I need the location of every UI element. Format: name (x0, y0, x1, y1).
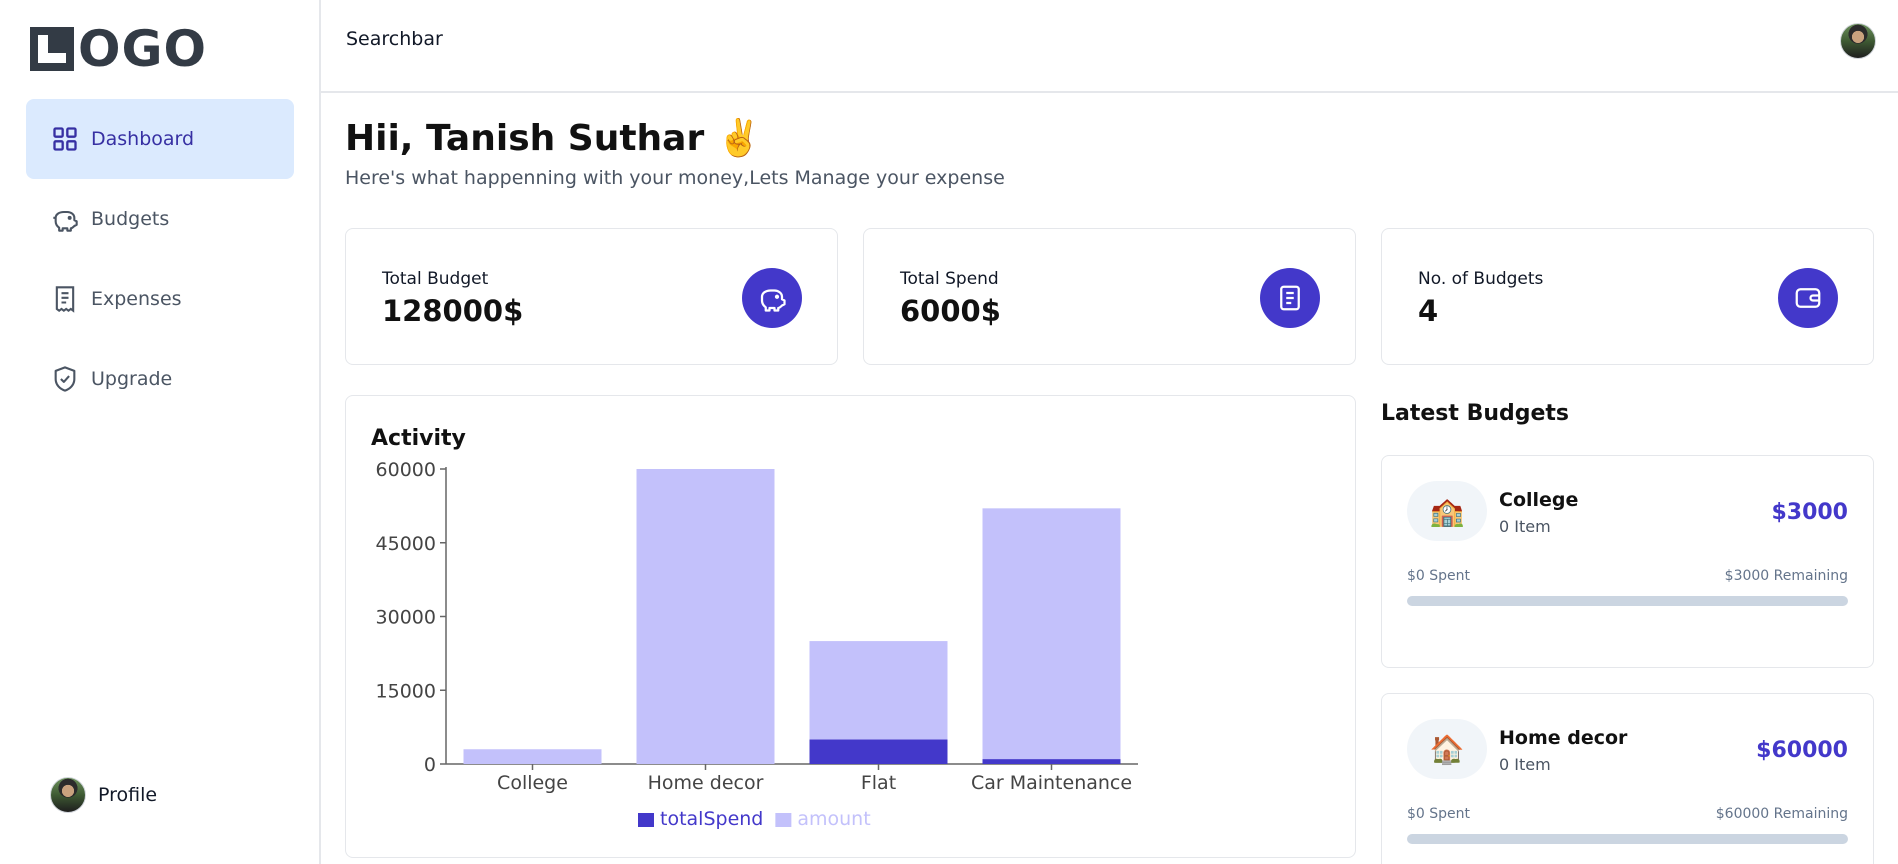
sidebar: OGO Dashboard Budgets Expenses Upgrade P… (0, 0, 321, 864)
receipt-icon (1280, 285, 1300, 311)
piggy-bank-icon (53, 210, 78, 232)
sidebar-item-upgrade[interactable]: Upgrade (26, 339, 294, 419)
budget-card-college[interactable]: 🏫 College 0 Item $3000 $0 Spent $3000 Re… (1381, 455, 1874, 668)
x-tick-label: College (497, 772, 568, 794)
legend-label: totalSpend (660, 808, 763, 830)
stat-value: 6000$ (900, 294, 1001, 328)
sidebar-item-label: Dashboard (91, 128, 195, 150)
activity-bar-chart: 60000 45000 30000 15000 0 College Home decor Fl… (376, 459, 1138, 830)
page-subtitle: Here's what happenning with your money,L… (345, 167, 1005, 189)
x-tick-label: Car Maintenance (971, 772, 1132, 794)
shield-check-icon (54, 366, 76, 392)
legend-label: amount (797, 808, 870, 830)
sidebar-item-expenses[interactable]: Expenses (26, 259, 294, 339)
logo[interactable]: OGO (30, 20, 208, 78)
stat-label: Total Spend (900, 269, 999, 289)
legend-swatch (638, 813, 654, 827)
budget-emoji: 🏠 (1407, 719, 1487, 779)
stat-card-no-of-budgets: No. of Budgets 4 (1381, 228, 1874, 365)
budget-amount: $60000 (1756, 738, 1848, 763)
y-tick-label: 60000 (376, 459, 436, 481)
y-tick-label: 0 (424, 754, 436, 776)
stat-label: Total Budget (382, 269, 489, 289)
dashboard-grid-icon (53, 127, 77, 151)
receipt-icon (55, 286, 75, 313)
budget-card-home-decor[interactable]: 🏠 Home decor 0 Item $60000 $0 Spent $600… (1381, 693, 1874, 864)
budget-name: College (1499, 489, 1579, 511)
budget-amount: $3000 (1771, 500, 1848, 525)
budget-name: Home decor (1499, 727, 1628, 749)
y-tick-label: 15000 (376, 680, 436, 702)
sidebar-item-budgets[interactable]: Budgets (26, 179, 294, 259)
bar-totalSpend (982, 759, 1121, 764)
budget-remaining: $60000 Remaining (1715, 806, 1848, 822)
budget-emoji: 🏫 (1407, 481, 1487, 541)
stat-value: 4 (1418, 294, 1439, 328)
stat-label: No. of Budgets (1418, 269, 1544, 289)
avatar (50, 777, 86, 813)
sidebar-item-dashboard[interactable]: Dashboard (26, 99, 294, 179)
bar-amount (809, 641, 948, 740)
y-tick-label: 30000 (376, 607, 436, 629)
sidebar-item-label: Budgets (91, 208, 170, 230)
sidebar-item-label: Expenses (91, 288, 182, 310)
profile-label: Profile (98, 784, 158, 806)
budget-progress-bar (1407, 834, 1848, 844)
user-avatar[interactable] (1840, 23, 1876, 59)
top-header: Searchbar (321, 0, 1898, 93)
budget-item-count: 0 Item (1499, 755, 1551, 774)
activity-card: Activity 60000 45000 30000 15000 0 College Hom… (345, 395, 1356, 858)
bar-amount (982, 508, 1121, 760)
latest-budgets-title: Latest Budgets (1381, 401, 1570, 426)
stat-value: 128000$ (382, 294, 524, 328)
x-tick-label: Flat (861, 772, 896, 794)
profile-link[interactable]: Profile (50, 777, 157, 813)
budget-spent: $0 Spent (1407, 568, 1471, 584)
budget-item-count: 0 Item (1499, 517, 1551, 536)
budget-progress-bar (1407, 596, 1848, 606)
stat-icon-circle (742, 268, 802, 328)
bar-amount (463, 749, 602, 764)
legend-swatch (775, 813, 792, 827)
wallet-icon (1795, 288, 1821, 308)
stat-icon-circle (1260, 268, 1320, 328)
stat-icon-circle (1778, 268, 1838, 328)
sidebar-item-label: Upgrade (91, 368, 173, 390)
budget-remaining: $3000 Remaining (1724, 568, 1848, 584)
bar-totalSpend (809, 739, 948, 764)
bar-amount (636, 469, 775, 764)
x-tick-label: Home decor (648, 772, 764, 794)
piggy-bank-icon (760, 289, 786, 312)
y-tick-label: 45000 (376, 533, 436, 555)
stat-card-total-budget: Total Budget 128000$ (345, 228, 838, 365)
sidebar-nav: Dashboard Budgets Expenses Upgrade (26, 99, 294, 419)
logo-mark (30, 27, 74, 71)
search-bar[interactable]: Searchbar (346, 28, 443, 50)
budget-spent: $0 Spent (1407, 806, 1471, 822)
stat-card-total-spend: Total Spend 6000$ (863, 228, 1356, 365)
page-title: Hii, Tanish Suthar ✌️ (345, 118, 762, 159)
logo-text: OGO (78, 20, 208, 78)
